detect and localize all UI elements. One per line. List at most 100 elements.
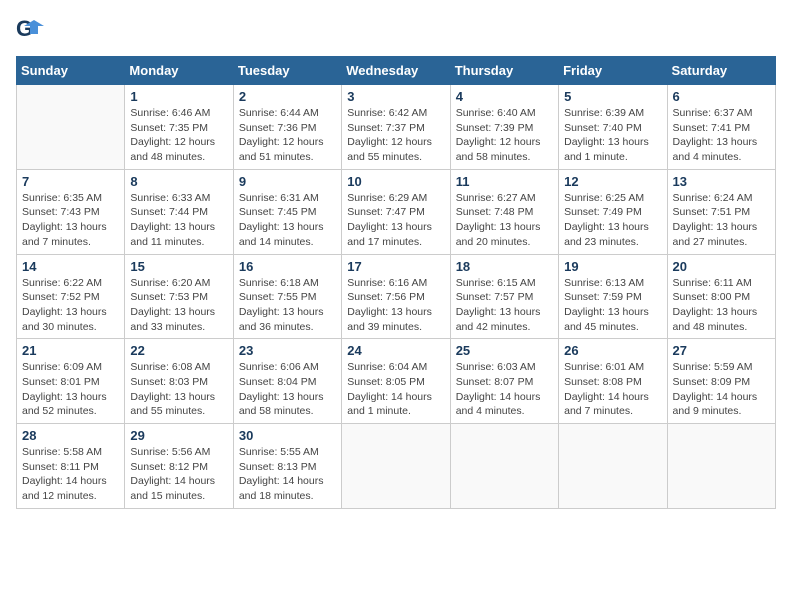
calendar-week-row: 14 Sunrise: 6:22 AM Sunset: 7:52 PM Dayli… (17, 254, 776, 339)
day-info: Sunrise: 6:08 AM Sunset: 8:03 PM Dayligh… (130, 360, 227, 419)
day-info: Sunrise: 6:20 AM Sunset: 7:53 PM Dayligh… (130, 276, 227, 335)
day-info: Sunrise: 6:18 AM Sunset: 7:55 PM Dayligh… (239, 276, 336, 335)
day-number: 14 (22, 259, 119, 274)
day-info: Sunrise: 6:09 AM Sunset: 8:01 PM Dayligh… (22, 360, 119, 419)
calendar-week-row: 1 Sunrise: 6:46 AM Sunset: 7:35 PM Daylig… (17, 85, 776, 170)
calendar-cell: 18Sunrise: 6:15 AM Sunset: 7:57 PM Dayli… (450, 254, 558, 339)
calendar-cell: 19Sunrise: 6:13 AM Sunset: 7:59 PM Dayli… (559, 254, 667, 339)
calendar-cell: 30 Sunrise: 5:55 AM Sunset: 8:13 PM Dayli… (233, 424, 341, 509)
calendar-cell: 14 Sunrise: 6:22 AM Sunset: 7:52 PM Dayli… (17, 254, 125, 339)
calendar-header-row: SundayMondayTuesdayWednesdayThursdayFrid… (17, 57, 776, 85)
calendar-cell: 17 Sunrise: 6:16 AM Sunset: 7:56 PM Dayli… (342, 254, 450, 339)
day-number: 8 (130, 174, 227, 189)
calendar-cell: 5Sunrise: 6:39 AM Sunset: 7:40 PM Daylig… (559, 85, 667, 170)
calendar-cell: 7 Sunrise: 6:35 AM Sunset: 7:43 PM Daylig… (17, 169, 125, 254)
column-header-tuesday: Tuesday (233, 57, 341, 85)
day-info: Sunrise: 5:55 AM Sunset: 8:13 PM Dayligh… (239, 445, 336, 504)
calendar-cell: 20 Sunrise: 6:11 AM Sunset: 8:00 PM Dayli… (667, 254, 775, 339)
calendar-cell (450, 424, 558, 509)
day-number: 12 (564, 174, 661, 189)
day-number: 13 (673, 174, 770, 189)
calendar-cell: 9Sunrise: 6:31 AM Sunset: 7:45 PM Daylig… (233, 169, 341, 254)
day-info: Sunrise: 6:13 AM Sunset: 7:59 PM Dayligh… (564, 276, 661, 335)
calendar-cell: 15 Sunrise: 6:20 AM Sunset: 7:53 PM Dayli… (125, 254, 233, 339)
day-info: Sunrise: 6:35 AM Sunset: 7:43 PM Dayligh… (22, 191, 119, 250)
calendar-cell: 11 Sunrise: 6:27 AM Sunset: 7:48 PM Dayli… (450, 169, 558, 254)
day-number: 26 (564, 343, 661, 358)
day-number: 3 (347, 89, 444, 104)
page-header: G (16, 16, 776, 44)
day-info: Sunrise: 6:46 AM Sunset: 7:35 PM Dayligh… (130, 106, 227, 165)
day-number: 20 (673, 259, 770, 274)
day-info: Sunrise: 6:22 AM Sunset: 7:52 PM Dayligh… (22, 276, 119, 335)
column-header-saturday: Saturday (667, 57, 775, 85)
day-number: 7 (22, 174, 119, 189)
day-info: Sunrise: 6:11 AM Sunset: 8:00 PM Dayligh… (673, 276, 770, 335)
column-header-wednesday: Wednesday (342, 57, 450, 85)
column-header-thursday: Thursday (450, 57, 558, 85)
calendar-cell: 16 Sunrise: 6:18 AM Sunset: 7:55 PM Dayli… (233, 254, 341, 339)
day-number: 10 (347, 174, 444, 189)
calendar-week-row: 21 Sunrise: 6:09 AM Sunset: 8:01 PM Dayli… (17, 339, 776, 424)
calendar-week-row: 28 Sunrise: 5:58 AM Sunset: 8:11 PM Dayli… (17, 424, 776, 509)
day-info: Sunrise: 6:27 AM Sunset: 7:48 PM Dayligh… (456, 191, 553, 250)
day-number: 22 (130, 343, 227, 358)
day-info: Sunrise: 6:04 AM Sunset: 8:05 PM Dayligh… (347, 360, 444, 419)
day-info: Sunrise: 5:56 AM Sunset: 8:12 PM Dayligh… (130, 445, 227, 504)
day-number: 17 (347, 259, 444, 274)
day-number: 2 (239, 89, 336, 104)
day-number: 23 (239, 343, 336, 358)
day-info: Sunrise: 6:06 AM Sunset: 8:04 PM Dayligh… (239, 360, 336, 419)
calendar-cell: 10 Sunrise: 6:29 AM Sunset: 7:47 PM Dayli… (342, 169, 450, 254)
day-info: Sunrise: 6:39 AM Sunset: 7:40 PM Dayligh… (564, 106, 661, 165)
day-info: Sunrise: 6:16 AM Sunset: 7:56 PM Dayligh… (347, 276, 444, 335)
day-number: 28 (22, 428, 119, 443)
calendar-cell: 28 Sunrise: 5:58 AM Sunset: 8:11 PM Dayli… (17, 424, 125, 509)
calendar-cell: 13 Sunrise: 6:24 AM Sunset: 7:51 PM Dayli… (667, 169, 775, 254)
day-info: Sunrise: 6:15 AM Sunset: 7:57 PM Dayligh… (456, 276, 553, 335)
day-info: Sunrise: 6:03 AM Sunset: 8:07 PM Dayligh… (456, 360, 553, 419)
calendar-cell: 21 Sunrise: 6:09 AM Sunset: 8:01 PM Dayli… (17, 339, 125, 424)
day-info: Sunrise: 6:42 AM Sunset: 7:37 PM Dayligh… (347, 106, 444, 165)
day-info: Sunrise: 6:24 AM Sunset: 7:51 PM Dayligh… (673, 191, 770, 250)
column-header-sunday: Sunday (17, 57, 125, 85)
day-number: 29 (130, 428, 227, 443)
calendar-cell (342, 424, 450, 509)
column-header-friday: Friday (559, 57, 667, 85)
day-info: Sunrise: 6:44 AM Sunset: 7:36 PM Dayligh… (239, 106, 336, 165)
day-info: Sunrise: 6:31 AM Sunset: 7:45 PM Dayligh… (239, 191, 336, 250)
day-info: Sunrise: 6:37 AM Sunset: 7:41 PM Dayligh… (673, 106, 770, 165)
calendar-cell (17, 85, 125, 170)
calendar-cell: 8 Sunrise: 6:33 AM Sunset: 7:44 PM Daylig… (125, 169, 233, 254)
column-header-monday: Monday (125, 57, 233, 85)
day-number: 21 (22, 343, 119, 358)
day-number: 11 (456, 174, 553, 189)
day-info: Sunrise: 5:58 AM Sunset: 8:11 PM Dayligh… (22, 445, 119, 504)
day-number: 6 (673, 89, 770, 104)
day-number: 24 (347, 343, 444, 358)
calendar-cell (559, 424, 667, 509)
day-number: 30 (239, 428, 336, 443)
day-number: 16 (239, 259, 336, 274)
calendar-cell: 1 Sunrise: 6:46 AM Sunset: 7:35 PM Daylig… (125, 85, 233, 170)
calendar-cell (667, 424, 775, 509)
logo-icon: G (16, 16, 44, 44)
day-number: 27 (673, 343, 770, 358)
calendar-cell: 12Sunrise: 6:25 AM Sunset: 7:49 PM Dayli… (559, 169, 667, 254)
calendar-cell: 2 Sunrise: 6:44 AM Sunset: 7:36 PM Daylig… (233, 85, 341, 170)
calendar-cell: 6 Sunrise: 6:37 AM Sunset: 7:41 PM Daylig… (667, 85, 775, 170)
day-info: Sunrise: 6:33 AM Sunset: 7:44 PM Dayligh… (130, 191, 227, 250)
calendar-cell: 4Sunrise: 6:40 AM Sunset: 7:39 PM Daylig… (450, 85, 558, 170)
calendar-table: SundayMondayTuesdayWednesdayThursdayFrid… (16, 56, 776, 509)
calendar-week-row: 7 Sunrise: 6:35 AM Sunset: 7:43 PM Daylig… (17, 169, 776, 254)
calendar-cell: 26 Sunrise: 6:01 AM Sunset: 8:08 PM Dayli… (559, 339, 667, 424)
day-number: 15 (130, 259, 227, 274)
day-number: 1 (130, 89, 227, 104)
day-info: Sunrise: 6:29 AM Sunset: 7:47 PM Dayligh… (347, 191, 444, 250)
day-number: 25 (456, 343, 553, 358)
calendar-cell: 25 Sunrise: 6:03 AM Sunset: 8:07 PM Dayli… (450, 339, 558, 424)
day-info: Sunrise: 6:01 AM Sunset: 8:08 PM Dayligh… (564, 360, 661, 419)
day-number: 4 (456, 89, 553, 104)
calendar-cell: 22 Sunrise: 6:08 AM Sunset: 8:03 PM Dayli… (125, 339, 233, 424)
calendar-cell: 23 Sunrise: 6:06 AM Sunset: 8:04 PM Dayli… (233, 339, 341, 424)
